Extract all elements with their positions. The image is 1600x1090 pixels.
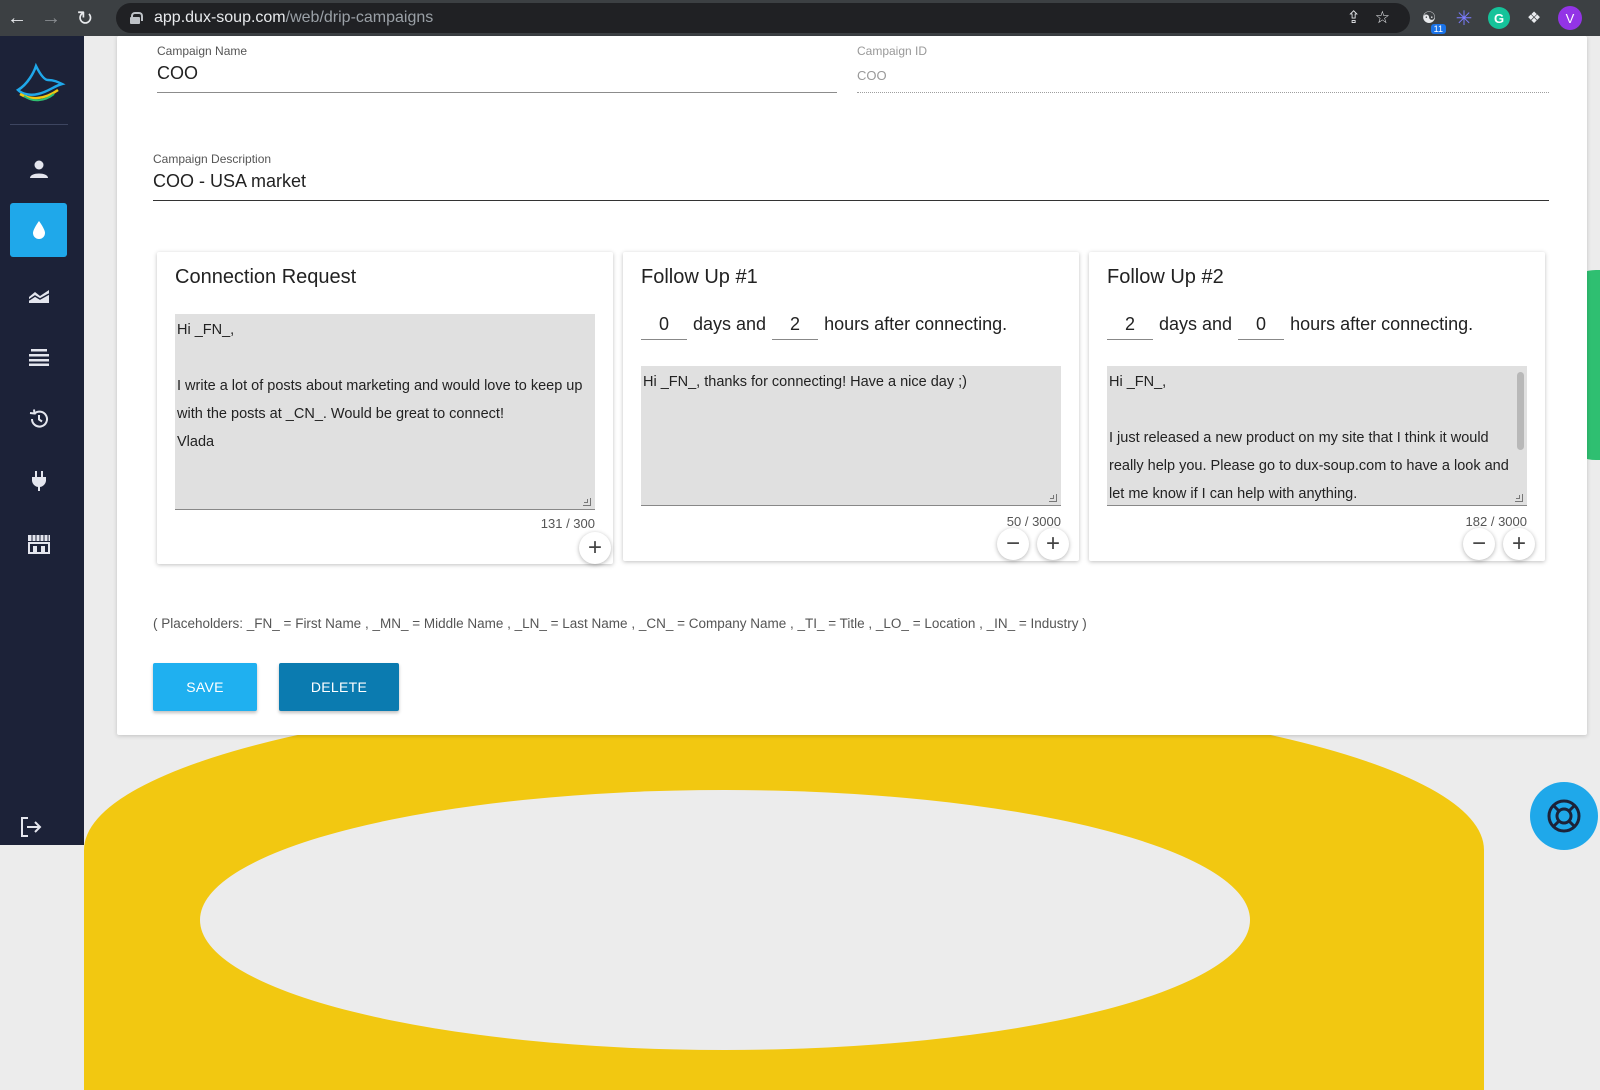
campaign-id-underline (857, 92, 1549, 93)
character-counter: 50 / 3000 (1006, 514, 1061, 529)
sidebar-item-history[interactable] (10, 392, 67, 446)
hours-label: hours after connecting. (1290, 314, 1474, 334)
delay-row: 2 days and 0 hours after connecting. (1107, 310, 1479, 340)
connection-request-card: Connection Request Hi _FN_, I write a lo… (157, 252, 613, 564)
campaign-name-label: Campaign Name (157, 44, 248, 58)
browser-toolbar: ← → ↻ app.dux-soup.com/web/drip-campaign… (0, 0, 1600, 36)
add-message-button[interactable]: + (579, 532, 611, 564)
follow-up-2-card: Follow Up #2 2 days and 0 hours after co… (1089, 252, 1545, 561)
history-icon (29, 409, 48, 428)
drop-icon (32, 221, 45, 239)
follow-up-2-message[interactable]: Hi _FN_, I just released a new product o… (1107, 366, 1527, 506)
campaign-id-value: COO (857, 68, 887, 83)
list-stack-icon (28, 349, 49, 366)
lock-icon (130, 12, 143, 24)
follow-up-1-message[interactable]: Hi _FN_, thanks for connecting! Have a n… (641, 366, 1061, 506)
hours-label: hours after connecting. (824, 314, 1008, 334)
bookmark-star-icon[interactable]: ☆ (1375, 8, 1390, 28)
profile-avatar[interactable]: V (1558, 6, 1582, 30)
delay-row: 0 days and 2 hours after connecting. (641, 310, 1013, 340)
help-lifebuoy-button[interactable] (1530, 782, 1598, 850)
campaign-id-label: Campaign ID (857, 44, 928, 58)
resize-handle-icon[interactable] (583, 498, 591, 506)
grammarly-extension-icon[interactable]: G (1488, 7, 1510, 29)
add-message-button[interactable]: + (1503, 528, 1535, 560)
reload-icon[interactable]: ↻ (68, 0, 102, 36)
sidebar-item-queue[interactable] (10, 330, 67, 384)
dux-soup-logo-icon[interactable] (14, 62, 66, 102)
message-scrollbar[interactable] (1517, 372, 1524, 450)
store-icon (27, 535, 50, 554)
forward-arrow-icon[interactable]: → (34, 0, 68, 36)
add-message-button[interactable]: + (1037, 528, 1069, 560)
resize-handle-icon[interactable] (1049, 494, 1057, 502)
sparkle-extension-icon[interactable]: ✳ (1453, 7, 1475, 30)
days-label: days and (1159, 314, 1233, 334)
light-background-arc (200, 790, 1250, 1050)
placeholders-hint: ( Placeholders: _FN_ = First Name , _MN_… (153, 616, 1087, 631)
campaign-name-underline (157, 92, 837, 93)
lifebuoy-icon (1547, 799, 1581, 833)
follow-up-1-card: Follow Up #1 0 days and 2 hours after co… (623, 252, 1079, 561)
sidebar-item-drip-campaigns[interactable] (10, 203, 67, 257)
sidebar-item-stats[interactable] (10, 269, 67, 323)
character-counter: 131 / 300 (540, 516, 595, 531)
campaign-name-input[interactable]: COO (157, 63, 198, 84)
days-input[interactable]: 0 (641, 314, 687, 340)
url-path: /web/drip-campaigns (285, 9, 434, 26)
logout-icon[interactable] (20, 816, 42, 844)
sidebar-divider (10, 124, 68, 125)
address-bar[interactable]: app.dux-soup.com/web/drip-campaigns ⇪ ☆ (116, 3, 1410, 33)
remove-message-button[interactable]: − (997, 528, 1029, 560)
character-counter: 182 / 3000 (1465, 514, 1527, 529)
area-chart-icon (28, 290, 49, 303)
save-button[interactable]: SAVE (153, 663, 257, 711)
dux-soup-extension-icon[interactable]: ☯ 11 (1418, 7, 1446, 34)
remove-message-button[interactable]: − (1463, 528, 1495, 560)
campaign-description-label: Campaign Description (153, 152, 272, 166)
card-title: Follow Up #2 (1107, 266, 1224, 288)
sidebar-item-store[interactable] (10, 517, 67, 571)
campaign-editor-card: Campaign Name COO Campaign ID COO Campai… (117, 36, 1587, 735)
connection-request-message[interactable]: Hi _FN_, I write a lot of posts about ma… (175, 314, 595, 510)
sidebar (0, 36, 84, 845)
hours-input[interactable]: 0 (1238, 314, 1285, 340)
sidebar-item-profile[interactable] (10, 142, 67, 196)
campaign-description-underline (153, 200, 1549, 201)
user-icon (29, 160, 48, 178)
days-label: days and (693, 314, 767, 334)
card-title: Connection Request (175, 266, 357, 288)
extension-badge: 11 (1430, 24, 1446, 34)
puzzle-extensions-icon[interactable]: ❖ (1523, 7, 1545, 29)
campaign-description-input[interactable]: COO - USA market (153, 171, 306, 192)
hours-input[interactable]: 2 (772, 314, 819, 340)
sidebar-item-integrations[interactable] (10, 454, 67, 508)
days-input[interactable]: 2 (1107, 314, 1153, 340)
delete-button[interactable]: DELETE (279, 663, 399, 711)
back-arrow-icon[interactable]: ← (0, 0, 34, 36)
extensions-area: ☯ 11 ✳ G ❖ V (1418, 0, 1582, 36)
resize-handle-icon[interactable] (1515, 494, 1523, 502)
share-icon[interactable]: ⇪ (1347, 8, 1361, 28)
plug-icon (31, 471, 46, 491)
url-host: app.dux-soup.com (154, 9, 286, 26)
card-title: Follow Up #1 (641, 266, 758, 288)
